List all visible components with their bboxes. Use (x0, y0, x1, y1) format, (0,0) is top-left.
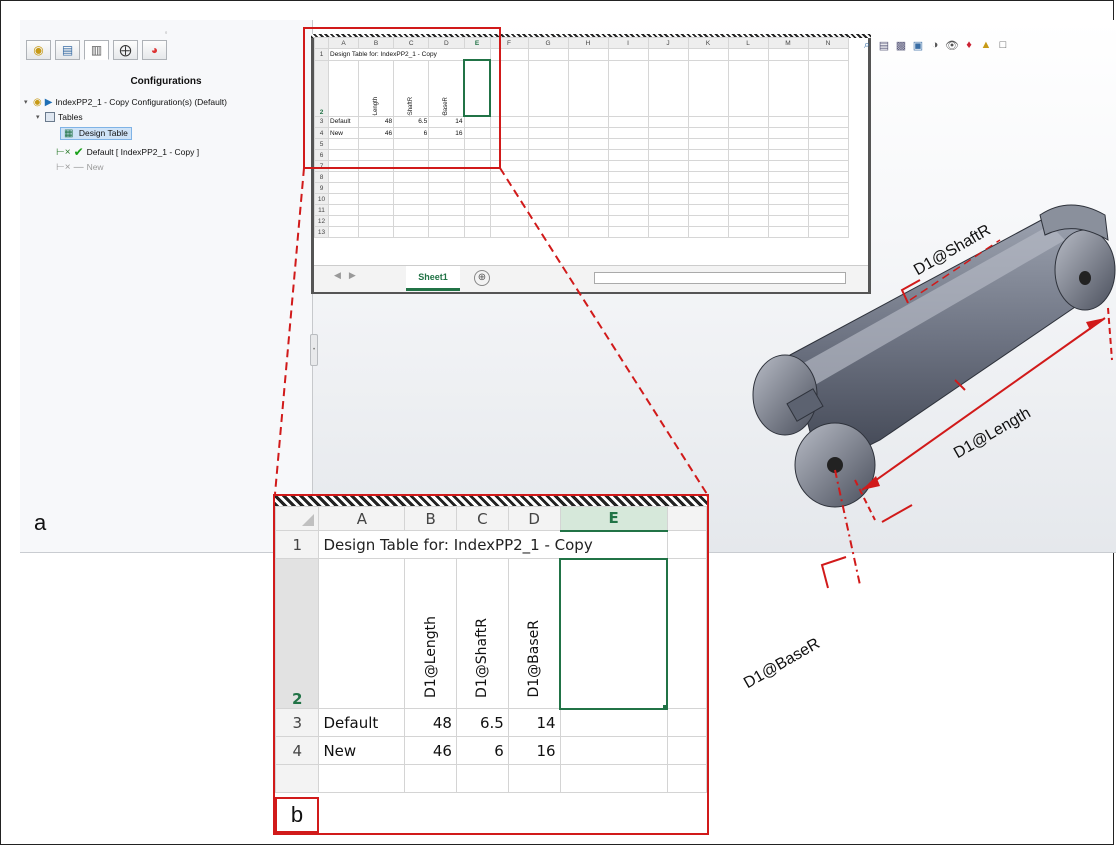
row-header[interactable]: 4 (275, 736, 320, 765)
column-header[interactable]: A (318, 506, 406, 531)
value-cell[interactable]: 6 (455, 736, 509, 765)
arrow-line (881, 504, 913, 523)
config-name-cell[interactable]: New (318, 736, 406, 765)
dimension-marker-baser (820, 556, 847, 589)
param-label-length: D1@Length (422, 616, 439, 698)
row-header-selected[interactable]: 2 (275, 558, 320, 709)
extension-line (1107, 307, 1113, 361)
config-name-cell[interactable]: Default (318, 708, 406, 737)
value-cell[interactable]: 14 (507, 708, 561, 737)
select-all-icon (302, 514, 315, 526)
panel-label-b: b (275, 797, 319, 833)
column-header[interactable]: D (507, 506, 561, 531)
column-header[interactable] (666, 506, 707, 531)
value-cell[interactable]: 16 (507, 736, 561, 765)
param-header-cell[interactable]: D1@ShaftR (455, 558, 509, 709)
value-cell[interactable]: 48 (404, 708, 457, 737)
param-label-shaftr: D1@ShaftR (474, 618, 491, 698)
row-header[interactable]: 1 (275, 530, 320, 559)
column-header[interactable]: B (404, 506, 457, 531)
leader-line-left (274, 167, 305, 495)
zoom-grid: A B C D E 1 Design Table for: IndexPP2_1… (275, 506, 707, 793)
leader-line-right (499, 167, 708, 495)
value-cell[interactable]: 46 (404, 736, 457, 765)
column-header-selected[interactable]: E (559, 506, 668, 532)
arrowhead-icon (1086, 318, 1105, 330)
mini-highlight-box (303, 27, 501, 169)
param-header-cell[interactable]: D1@Length (404, 558, 457, 709)
empty-cell[interactable] (318, 558, 406, 709)
zoomed-design-table: A B C D E 1 Design Table for: IndexPP2_1… (273, 494, 709, 835)
value-cell[interactable]: 6.5 (455, 708, 509, 737)
param-header-cell[interactable]: D1@BaseR (507, 558, 561, 709)
column-header[interactable]: C (455, 506, 509, 531)
design-table-title[interactable]: Design Table for: IndexPP2_1 - Copy (318, 530, 668, 559)
edit-border-hatch (275, 496, 707, 506)
row-header[interactable]: 3 (275, 708, 320, 737)
row-header[interactable] (275, 764, 320, 793)
selected-cell[interactable] (559, 557, 669, 710)
param-label-baser: D1@BaseR (525, 620, 542, 698)
select-all-corner[interactable] (275, 506, 320, 531)
